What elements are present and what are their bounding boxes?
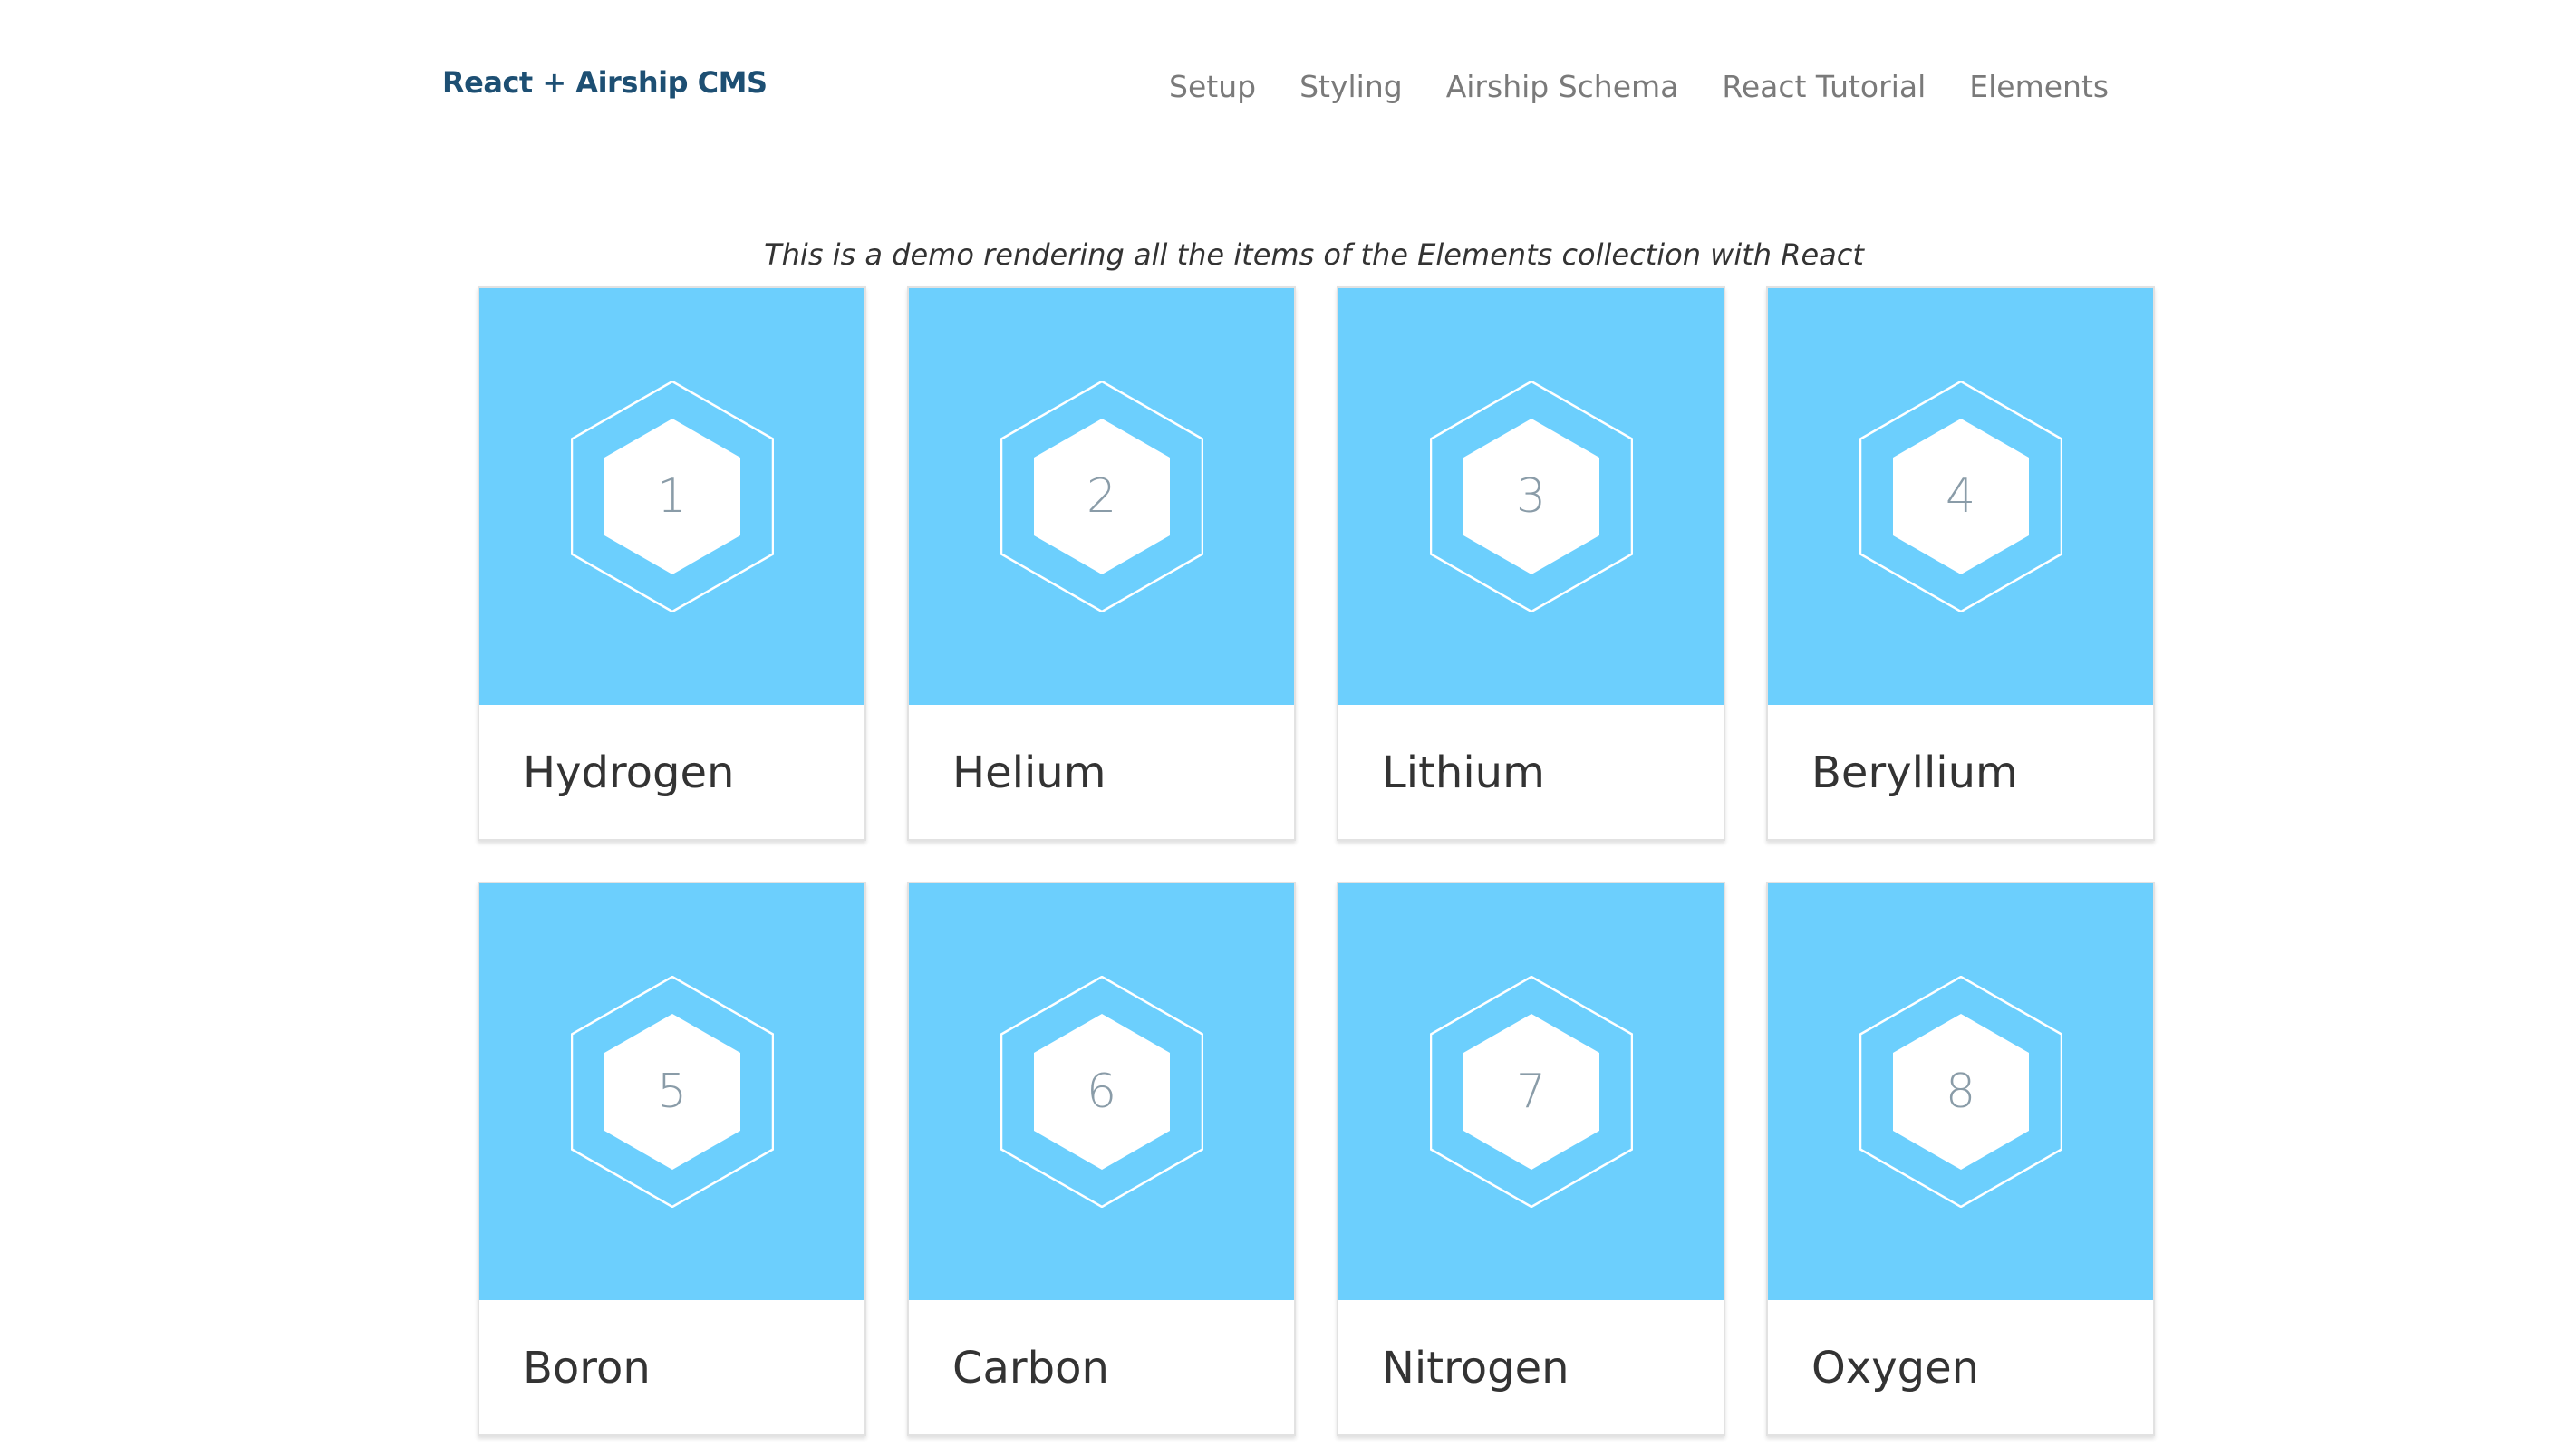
element-card[interactable]: 8 Oxygen — [1766, 882, 2155, 1436]
element-card[interactable]: 7 Nitrogen — [1337, 882, 1725, 1436]
element-name: Beryllium — [1811, 747, 2018, 798]
elements-grid: 1 Hydrogen 2 Helium 3 Lithium 4 Berylliu… — [478, 286, 2155, 1436]
element-name: Carbon — [952, 1343, 1109, 1393]
hexagon-icon: 4 — [1859, 381, 2062, 612]
element-card[interactable]: 3 Lithium — [1337, 286, 1725, 841]
element-card[interactable]: 2 Helium — [907, 286, 1296, 841]
element-card[interactable]: 6 Carbon — [907, 882, 1296, 1436]
element-number: 1 — [656, 469, 688, 524]
hexagon-icon: 5 — [570, 976, 774, 1208]
element-card[interactable]: 1 Hydrogen — [478, 286, 866, 841]
hexagon-icon: 8 — [1859, 976, 2062, 1208]
card-media: 7 — [1338, 883, 1724, 1300]
element-name: Lithium — [1382, 747, 1545, 798]
brand-link[interactable]: React + Airship CMS — [442, 65, 768, 100]
nav-setup[interactable]: Setup — [1169, 69, 1256, 104]
element-number: 5 — [656, 1065, 688, 1119]
card-media: 1 — [479, 288, 864, 705]
hexagon-icon: 2 — [1000, 381, 1203, 612]
card-media: 6 — [909, 883, 1294, 1300]
element-name: Hydrogen — [523, 747, 735, 798]
element-name: Helium — [952, 747, 1106, 798]
card-media: 2 — [909, 288, 1294, 705]
element-name: Boron — [523, 1343, 651, 1393]
hexagon-icon: 7 — [1429, 976, 1633, 1208]
element-number: 2 — [1086, 469, 1117, 524]
hexagon-icon: 6 — [1000, 976, 1203, 1208]
nav-airship-schema[interactable]: Airship Schema — [1446, 69, 1679, 104]
card-media: 8 — [1768, 883, 2153, 1300]
nav-styling[interactable]: Styling — [1299, 69, 1403, 104]
element-number: 8 — [1945, 1065, 1976, 1119]
element-card[interactable]: 4 Beryllium — [1766, 286, 2155, 841]
site-header: React + Airship CMS Setup Styling Airshi… — [0, 0, 2569, 181]
main-nav: Setup Styling Airship Schema React Tutor… — [1169, 69, 2109, 104]
nav-elements[interactable]: Elements — [1969, 69, 2109, 104]
element-number: 4 — [1945, 469, 1976, 524]
element-number: 3 — [1515, 469, 1547, 524]
element-name: Nitrogen — [1382, 1343, 1569, 1393]
hexagon-icon: 3 — [1429, 381, 1633, 612]
element-name: Oxygen — [1811, 1343, 1980, 1393]
intro-text: This is a demo rendering all the items o… — [764, 237, 1864, 272]
nav-react-tutorial[interactable]: React Tutorial — [1722, 69, 1926, 104]
element-card[interactable]: 5 Boron — [478, 882, 866, 1436]
element-number: 6 — [1086, 1065, 1117, 1119]
card-media: 4 — [1768, 288, 2153, 705]
card-media: 5 — [479, 883, 864, 1300]
card-media: 3 — [1338, 288, 1724, 705]
element-number: 7 — [1515, 1065, 1547, 1119]
hexagon-icon: 1 — [570, 381, 774, 612]
